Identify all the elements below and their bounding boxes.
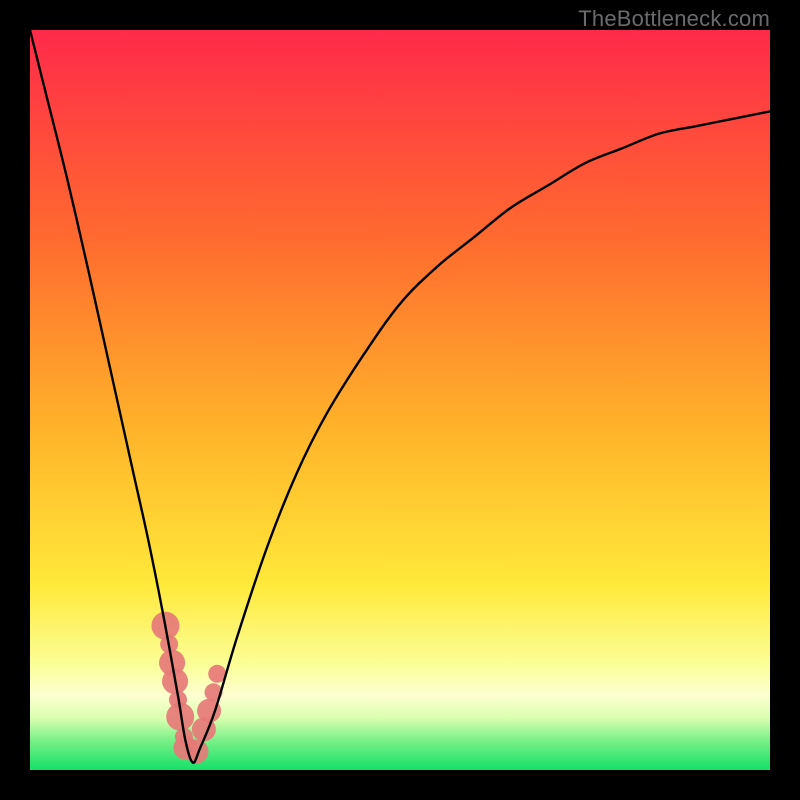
bottleneck-curve — [30, 30, 770, 763]
chart-frame: TheBottleneck.com — [0, 0, 800, 800]
plot-area — [30, 30, 770, 770]
marker-layer — [151, 612, 226, 764]
chart-svg — [30, 30, 770, 770]
watermark-text: TheBottleneck.com — [578, 6, 770, 32]
